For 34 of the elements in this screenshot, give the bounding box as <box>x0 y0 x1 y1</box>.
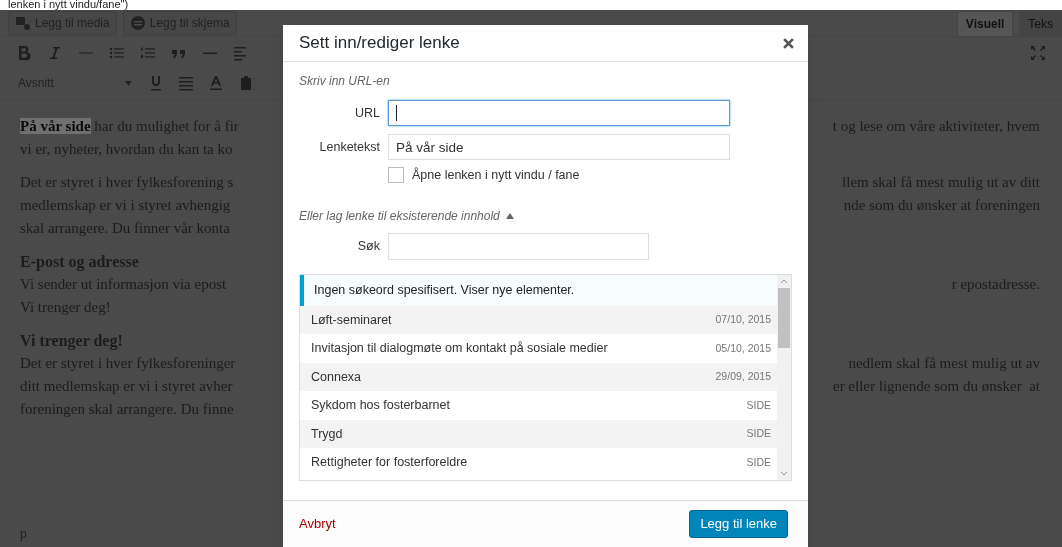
checkbox-label: Åpne lenken i nytt vindu / fane <box>412 166 580 184</box>
up-triangle-icon[interactable] <box>505 212 514 219</box>
align-left-icon[interactable] <box>233 45 249 61</box>
results-notice: Ingen søkeord spesifisert. Viser nye elementer. <box>300 274 777 306</box>
text-color-icon[interactable] <box>208 75 224 91</box>
link-text-field[interactable]: På vår side <box>388 134 730 160</box>
field-label: Lenketekst <box>318 138 380 156</box>
new-tab-checkbox[interactable] <box>388 167 404 184</box>
result-item[interactable]: Løft-seminaret 07/10, 2015 <box>300 305 777 335</box>
bold-icon[interactable] <box>16 45 32 61</box>
search-field[interactable] <box>388 232 649 260</box>
caret-icon <box>125 80 132 86</box>
cancel-link[interactable]: Avbryt <box>299 514 336 534</box>
underline-icon[interactable] <box>148 75 164 91</box>
paste-icon[interactable] <box>238 75 254 91</box>
form-icon <box>129 15 146 31</box>
add-link-button[interactable]: Legg til lenke <box>689 510 788 538</box>
justify-icon[interactable] <box>178 75 194 91</box>
result-item[interactable]: Trygd SIDE <box>300 419 777 449</box>
italic-icon[interactable] <box>47 45 63 61</box>
fullscreen-icon[interactable] <box>1030 45 1046 61</box>
result-item[interactable]: Connexa 29/09, 2015 <box>300 362 777 392</box>
page-text: lenken i nytt vindu/fane") <box>8 0 129 10</box>
close-icon[interactable] <box>783 37 794 49</box>
dialog-title: Sett inn/rediger lenke <box>299 32 460 55</box>
bullet-list-icon[interactable] <box>109 45 125 61</box>
field-label: Søk <box>356 237 380 255</box>
section-label: Skriv inn URL-en <box>299 73 391 90</box>
scrollbar[interactable] <box>777 274 791 480</box>
media-icon <box>15 15 31 31</box>
field-label: URL <box>354 104 380 122</box>
url-field[interactable] <box>388 100 730 126</box>
numbered-list-icon[interactable] <box>140 45 156 61</box>
existing-content-toggle[interactable]: Eller lag lenke til eksisterende innhold <box>299 206 500 225</box>
